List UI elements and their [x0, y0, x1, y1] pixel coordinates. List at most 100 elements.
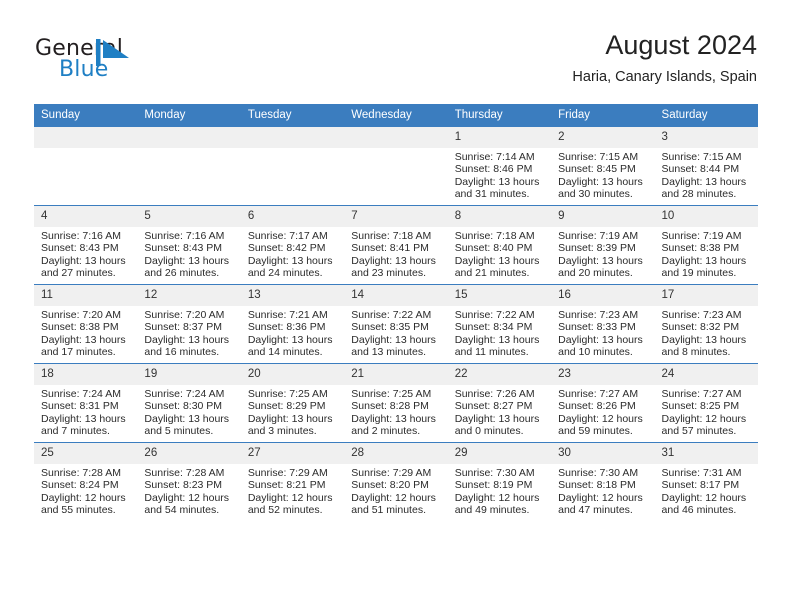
calendar-day-cell[interactable]: 12 Sunrise: 7:20 AM Sunset: 8:37 PM Dayl… [137, 284, 241, 364]
day-sun-info: Sunrise: 7:25 AM Sunset: 8:29 PM Dayligh… [247, 388, 333, 438]
day-sun-info: Sunrise: 7:19 AM Sunset: 8:38 PM Dayligh… [661, 230, 747, 280]
weekday-header-sunday: Sunday [34, 104, 138, 127]
calendar-day-cell[interactable]: 10 Sunrise: 7:19 AM Sunset: 8:38 PM Dayl… [654, 205, 758, 285]
calendar-day-cell[interactable]: 16 Sunrise: 7:23 AM Sunset: 8:33 PM Dayl… [551, 284, 655, 364]
brand-logo[interactable]: General Blue [35, 36, 255, 84]
day-number [137, 127, 241, 148]
weekday-header-row: Sunday Monday Tuesday Wednesday Thursday… [34, 104, 758, 127]
calendar-day-cell[interactable]: 20 Sunrise: 7:25 AM Sunset: 8:29 PM Dayl… [240, 363, 345, 443]
day-sun-info: Sunrise: 7:16 AM Sunset: 8:43 PM Dayligh… [144, 230, 230, 280]
weekday-header-monday: Monday [137, 104, 241, 127]
day-sun-info: Sunrise: 7:18 AM Sunset: 8:41 PM Dayligh… [351, 230, 436, 280]
day-number: 24 [654, 364, 758, 385]
day-number: 30 [551, 443, 655, 464]
day-sun-info: Sunrise: 7:16 AM Sunset: 8:43 PM Dayligh… [41, 230, 126, 280]
day-number: 21 [344, 364, 448, 385]
calendar-body: 1 Sunrise: 7:14 AM Sunset: 8:46 PM Dayli… [34, 127, 758, 521]
day-number: 9 [551, 206, 655, 227]
day-number: 26 [137, 443, 241, 464]
day-number [34, 127, 138, 148]
calendar-day-cell[interactable]: 2 Sunrise: 7:15 AM Sunset: 8:45 PM Dayli… [551, 127, 655, 206]
day-sun-info: Sunrise: 7:27 AM Sunset: 8:25 PM Dayligh… [661, 388, 747, 438]
day-number: 7 [344, 206, 448, 227]
day-sun-info: Sunrise: 7:29 AM Sunset: 8:21 PM Dayligh… [247, 467, 333, 517]
day-sun-info: Sunrise: 7:22 AM Sunset: 8:35 PM Dayligh… [351, 309, 436, 359]
day-number: 12 [137, 285, 241, 306]
calendar-day-cell[interactable]: 9 Sunrise: 7:19 AM Sunset: 8:39 PM Dayli… [551, 205, 655, 285]
calendar-day-cell[interactable]: 14 Sunrise: 7:22 AM Sunset: 8:35 PM Dayl… [344, 284, 448, 364]
calendar-day-cell[interactable]: 17 Sunrise: 7:23 AM Sunset: 8:32 PM Dayl… [654, 284, 758, 364]
calendar-day-cell[interactable]: 28 Sunrise: 7:29 AM Sunset: 8:20 PM Dayl… [344, 442, 448, 521]
calendar-day-cell[interactable]: 8 Sunrise: 7:18 AM Sunset: 8:40 PM Dayli… [447, 205, 552, 285]
calendar-day-cell[interactable]: 29 Sunrise: 7:30 AM Sunset: 8:19 PM Dayl… [447, 442, 552, 521]
weekday-header-friday: Friday [551, 104, 655, 127]
calendar-day-cell[interactable]: 23 Sunrise: 7:27 AM Sunset: 8:26 PM Dayl… [551, 363, 655, 443]
page-header: General Blue August 2024 Haria, Canary I… [0, 0, 792, 96]
day-sun-info: Sunrise: 7:31 AM Sunset: 8:17 PM Dayligh… [661, 467, 747, 517]
day-sun-info: Sunrise: 7:24 AM Sunset: 8:30 PM Dayligh… [144, 388, 230, 438]
day-sun-info: Sunrise: 7:29 AM Sunset: 8:20 PM Dayligh… [351, 467, 436, 517]
day-sun-info: Sunrise: 7:15 AM Sunset: 8:44 PM Dayligh… [661, 151, 747, 201]
calendar-day-cell[interactable]: 26 Sunrise: 7:28 AM Sunset: 8:23 PM Dayl… [137, 442, 241, 521]
calendar-day-cell[interactable] [34, 127, 138, 206]
calendar-day-cell[interactable]: 25 Sunrise: 7:28 AM Sunset: 8:24 PM Dayl… [34, 442, 138, 521]
day-sun-info [34, 148, 137, 151]
calendar-day-cell[interactable]: 5 Sunrise: 7:16 AM Sunset: 8:43 PM Dayli… [137, 205, 241, 285]
day-sun-info: Sunrise: 7:27 AM Sunset: 8:26 PM Dayligh… [558, 388, 643, 438]
day-sun-info: Sunrise: 7:15 AM Sunset: 8:45 PM Dayligh… [558, 151, 643, 201]
calendar-day-cell[interactable]: 22 Sunrise: 7:26 AM Sunset: 8:27 PM Dayl… [447, 363, 552, 443]
calendar-day-cell[interactable]: 21 Sunrise: 7:25 AM Sunset: 8:28 PM Dayl… [344, 363, 448, 443]
day-sun-info [241, 148, 344, 151]
day-sun-info: Sunrise: 7:23 AM Sunset: 8:33 PM Dayligh… [558, 309, 643, 359]
day-number: 14 [344, 285, 448, 306]
day-sun-info: Sunrise: 7:28 AM Sunset: 8:23 PM Dayligh… [144, 467, 230, 517]
weekday-header-thursday: Thursday [447, 104, 552, 127]
calendar-day-cell[interactable]: 24 Sunrise: 7:27 AM Sunset: 8:25 PM Dayl… [654, 363, 758, 443]
day-number [344, 127, 448, 148]
calendar-day-cell[interactable]: 7 Sunrise: 7:18 AM Sunset: 8:41 PM Dayli… [344, 205, 448, 285]
day-sun-info: Sunrise: 7:23 AM Sunset: 8:32 PM Dayligh… [661, 309, 747, 359]
calendar-day-cell[interactable]: 18 Sunrise: 7:24 AM Sunset: 8:31 PM Dayl… [34, 363, 138, 443]
day-sun-info: Sunrise: 7:22 AM Sunset: 8:34 PM Dayligh… [454, 309, 540, 359]
sunrise-sunset-calendar: Sunday Monday Tuesday Wednesday Thursday… [34, 104, 758, 521]
calendar-day-cell[interactable]: 15 Sunrise: 7:22 AM Sunset: 8:34 PM Dayl… [447, 284, 552, 364]
day-number: 6 [240, 206, 345, 227]
day-sun-info: Sunrise: 7:25 AM Sunset: 8:28 PM Dayligh… [351, 388, 436, 438]
calendar-day-cell[interactable]: 11 Sunrise: 7:20 AM Sunset: 8:38 PM Dayl… [34, 284, 138, 364]
calendar-day-cell[interactable]: 31 Sunrise: 7:31 AM Sunset: 8:17 PM Dayl… [654, 442, 758, 521]
weekday-header-saturday: Saturday [654, 104, 758, 127]
day-number: 8 [447, 206, 552, 227]
day-sun-info: Sunrise: 7:18 AM Sunset: 8:40 PM Dayligh… [454, 230, 540, 280]
day-sun-info: Sunrise: 7:30 AM Sunset: 8:19 PM Dayligh… [454, 467, 540, 517]
calendar-day-cell[interactable]: 1 Sunrise: 7:14 AM Sunset: 8:46 PM Dayli… [447, 127, 552, 206]
calendar-day-cell[interactable] [240, 127, 345, 206]
calendar-day-cell[interactable]: 27 Sunrise: 7:29 AM Sunset: 8:21 PM Dayl… [240, 442, 345, 521]
day-number [240, 127, 345, 148]
day-number: 18 [34, 364, 138, 385]
day-number: 5 [137, 206, 241, 227]
weekday-header-tuesday: Tuesday [240, 104, 345, 127]
day-sun-info: Sunrise: 7:17 AM Sunset: 8:42 PM Dayligh… [247, 230, 333, 280]
title-block: August 2024 Haria, Canary Islands, Spain [572, 28, 757, 88]
day-sun-info: Sunrise: 7:26 AM Sunset: 8:27 PM Dayligh… [454, 388, 540, 438]
weekday-header-wednesday: Wednesday [344, 104, 448, 127]
calendar-day-cell[interactable] [344, 127, 448, 206]
day-number: 10 [654, 206, 758, 227]
day-sun-info: Sunrise: 7:20 AM Sunset: 8:37 PM Dayligh… [144, 309, 230, 359]
calendar-header-row: Sunday Monday Tuesday Wednesday Thursday… [34, 104, 758, 127]
day-number: 2 [551, 127, 655, 148]
day-sun-info: Sunrise: 7:19 AM Sunset: 8:39 PM Dayligh… [558, 230, 643, 280]
day-number: 1 [447, 127, 552, 148]
calendar-day-cell[interactable]: 13 Sunrise: 7:21 AM Sunset: 8:36 PM Dayl… [240, 284, 345, 364]
calendar-day-cell[interactable] [137, 127, 241, 206]
day-number: 28 [344, 443, 448, 464]
day-number: 11 [34, 285, 138, 306]
day-number: 31 [654, 443, 758, 464]
calendar-day-cell[interactable]: 3 Sunrise: 7:15 AM Sunset: 8:44 PM Dayli… [654, 127, 758, 206]
calendar-day-cell[interactable]: 4 Sunrise: 7:16 AM Sunset: 8:43 PM Dayli… [34, 205, 138, 285]
day-number: 22 [447, 364, 552, 385]
calendar-day-cell[interactable]: 30 Sunrise: 7:30 AM Sunset: 8:18 PM Dayl… [551, 442, 655, 521]
day-number: 17 [654, 285, 758, 306]
calendar-day-cell[interactable]: 6 Sunrise: 7:17 AM Sunset: 8:42 PM Dayli… [240, 205, 345, 285]
calendar-day-cell[interactable]: 19 Sunrise: 7:24 AM Sunset: 8:30 PM Dayl… [137, 363, 241, 443]
